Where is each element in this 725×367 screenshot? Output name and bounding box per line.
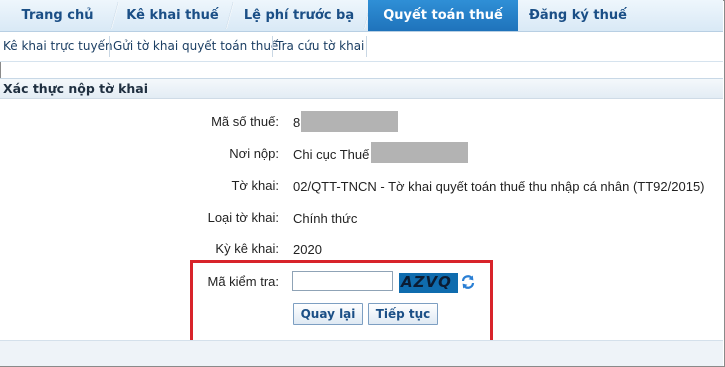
sub-nav: Kê khai trực tuyến Gửi tờ khai quyết toá… <box>0 32 723 62</box>
subnav-lookup-declaration[interactable]: Tra cứu tờ khai <box>276 32 364 61</box>
tab-tax-registration[interactable]: Đăng ký thuế <box>518 0 638 31</box>
tab-tax-declaration[interactable]: Kê khai thuế <box>115 0 236 31</box>
declaration-value: 02/QTT-TNCN - Tờ khai quyết toán thuế th… <box>293 179 705 194</box>
footer-strip <box>0 340 723 366</box>
captcha-image: AZVQ <box>399 273 458 293</box>
submit-place-value: Chi cục Thuế <box>293 147 370 162</box>
captcha-code: AZVQ <box>401 273 452 291</box>
captcha-label: Mã kiểm tra: <box>207 274 279 289</box>
redacted-office <box>371 142 468 163</box>
tax-code-label: Mã số thuế: <box>211 114 279 129</box>
period-label: Kỳ kê khai: <box>215 241 279 256</box>
subnav-divider <box>272 36 273 57</box>
refresh-icon[interactable] <box>460 274 476 290</box>
tab-registration-fee[interactable]: Lệ phí trước bạ <box>230 0 374 31</box>
redacted-tax-code <box>301 111 398 132</box>
captcha-input[interactable] <box>292 271 393 291</box>
subnav-submit-finalization[interactable]: Gửi tờ khai quyết toán thuế <box>113 32 278 61</box>
period-value: 2020 <box>293 242 322 257</box>
main-tab-bar: Trang chủ Kê khai thuế Lệ phí trước bạ Q… <box>0 0 723 32</box>
subnav-online-declaration[interactable]: Kê khai trực tuyến <box>3 32 113 61</box>
tab-home[interactable]: Trang chủ <box>0 0 121 31</box>
subnav-divider <box>109 36 110 57</box>
panel-header: Xác thực nộp tờ khai <box>0 79 723 99</box>
panel-title: Xác thực nộp tờ khai <box>3 81 149 96</box>
subnav-divider <box>366 36 367 57</box>
declaration-type-label: Loại tờ khai: <box>207 210 279 225</box>
submit-place-label: Nơi nộp: <box>229 146 279 161</box>
tax-code-value: 8 <box>293 115 301 130</box>
continue-button[interactable]: Tiếp tục <box>368 303 438 325</box>
declaration-label: Tờ khai: <box>231 178 279 193</box>
tab-tax-finalization[interactable]: Quyết toán thuế <box>368 0 518 31</box>
declaration-type-value: Chính thức <box>293 211 358 226</box>
back-button[interactable]: Quay lại <box>293 303 363 325</box>
